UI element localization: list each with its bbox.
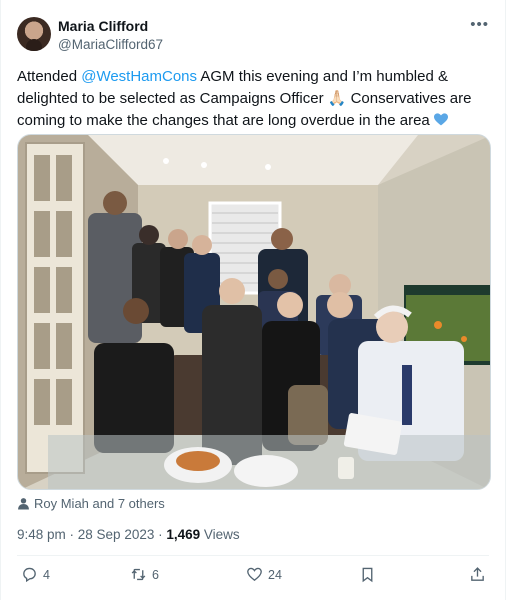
repost-button[interactable]: 6 [130,566,159,583]
tagged-people[interactable]: Roy Miah and 7 others [17,496,165,512]
bookmark-button[interactable] [359,566,376,583]
more-dots-icon[interactable]: ••• [470,17,489,32]
views-label: Views [200,527,240,542]
share-button[interactable] [469,566,486,583]
mention-link[interactable]: @WestHamCons [81,68,197,85]
views-count: 1,469 [166,527,201,542]
group-photo-illustration [18,135,490,489]
repost-count: 6 [152,567,159,582]
share-icon [471,567,484,581]
blue-heart-icon [433,113,448,126]
reply-count: 4 [43,567,50,582]
tweet-meta: 9:48 pm · 28 Sep 2023 · 1,469 Views [17,526,240,544]
divider [17,555,489,556]
tweet-text-start: Attended [17,68,82,85]
avatar[interactable] [17,17,51,51]
reply-button[interactable]: 4 [21,566,50,583]
timestamp[interactable]: 9:48 pm · 28 Sep 2023 · [17,527,166,542]
tweet-text: Attended @WestHamCons AGM this evening a… [17,66,487,132]
like-count: 24 [268,567,282,582]
heart-icon [247,567,262,581]
group-photo[interactable] [17,134,491,490]
like-button[interactable]: 24 [246,566,282,583]
reply-icon [23,567,36,583]
repost-icon [131,568,146,581]
action-bar: 4 6 24 [17,566,491,586]
tweet-card: Maria Clifford @MariaClifford67 ••• Atte… [0,0,506,600]
person-icon [18,498,29,510]
bookmark-icon [362,567,373,583]
author-name[interactable]: Maria Clifford [58,18,148,35]
author-handle[interactable]: @MariaClifford67 [58,36,163,53]
tagged-label: Roy Miah and 7 others [34,496,165,511]
